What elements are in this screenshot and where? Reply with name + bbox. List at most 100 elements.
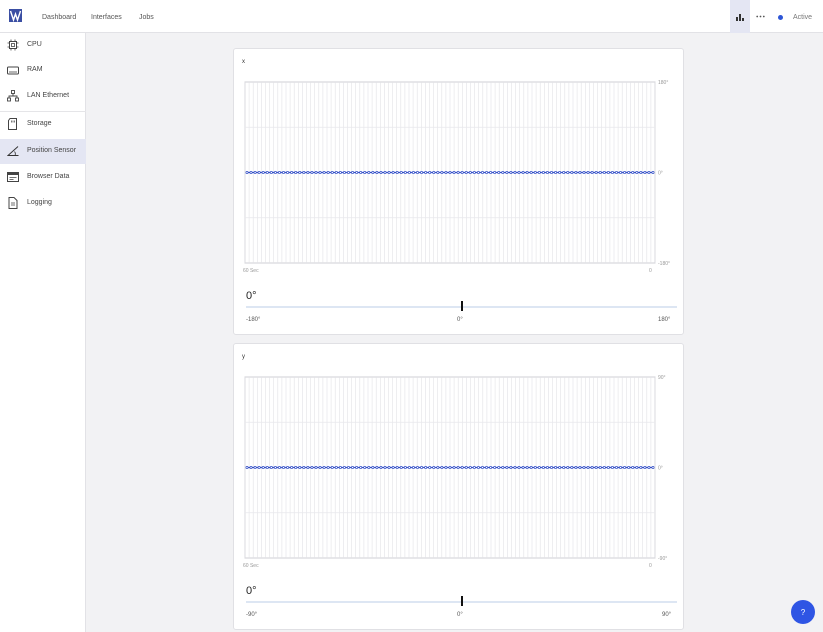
data-point (371, 466, 375, 469)
sidebar-item-position-sensor[interactable]: Position Sensor (0, 139, 86, 164)
data-point (399, 171, 403, 174)
data-point (562, 466, 566, 469)
data-point (424, 466, 428, 469)
data-point (505, 466, 509, 469)
data-point (412, 171, 415, 174)
data-point (310, 171, 314, 174)
app-logo-icon[interactable] (9, 9, 22, 22)
nav-dashboard[interactable]: Dashboard (42, 14, 76, 21)
data-point (424, 171, 428, 174)
data-point (391, 466, 395, 469)
data-point (318, 171, 322, 174)
cpu-icon (7, 39, 19, 51)
data-point (347, 466, 350, 469)
data-point (537, 466, 541, 469)
sidebar-item-lan-ethernet[interactable]: LAN Ethernet (0, 84, 86, 109)
data-point (249, 466, 253, 469)
data-point (472, 171, 476, 174)
current-value: 0° (246, 585, 257, 597)
data-point (326, 466, 330, 469)
sidebar-item-ram[interactable]: RAM (0, 58, 86, 83)
data-point (298, 171, 302, 174)
y-tick-label: 0° (658, 466, 663, 472)
data-point (290, 171, 294, 174)
data-point (253, 466, 257, 469)
data-point (306, 466, 310, 469)
data-point (306, 171, 310, 174)
data-point (598, 171, 602, 174)
data-point (610, 171, 614, 174)
data-point (399, 466, 403, 469)
data-point (594, 171, 598, 174)
data-point (273, 171, 277, 174)
data-point (334, 466, 338, 469)
data-point (245, 171, 249, 174)
question-mark-icon: ? (800, 607, 806, 617)
data-point (460, 466, 464, 469)
data-point (351, 171, 355, 174)
data-point (391, 171, 395, 174)
data-point (420, 171, 424, 174)
data-point (481, 171, 484, 174)
data-point (416, 171, 419, 174)
data-point (619, 171, 622, 174)
angle-icon (7, 146, 19, 156)
data-point (509, 171, 513, 174)
data-point (586, 171, 590, 174)
data-point (541, 466, 545, 469)
data-point (359, 171, 363, 174)
help-button[interactable]: ? (791, 600, 815, 624)
data-point (497, 466, 501, 469)
slider-min-label: -90° (246, 612, 258, 618)
sidebar: CPU RAM LAN Ethernet Storage Position Se… (0, 33, 86, 632)
data-point (651, 466, 655, 469)
sidebar-item-browser-data[interactable]: Browser Data (0, 165, 86, 190)
nav-jobs[interactable]: Jobs (139, 14, 154, 21)
data-point (379, 171, 383, 174)
angle-slider-thumb[interactable] (460, 596, 463, 606)
x-tick-label: 60 Sec (243, 268, 259, 274)
data-point (525, 171, 529, 174)
sidebar-item-cpu[interactable]: CPU (0, 33, 86, 58)
sidebar-item-logging[interactable]: Logging (0, 191, 86, 216)
data-point (355, 466, 359, 469)
sidebar-item-storage[interactable]: Storage (0, 112, 86, 137)
data-point (521, 171, 525, 174)
x-tick-label: 0 (649, 268, 652, 274)
data-point (322, 171, 326, 174)
nav-interfaces[interactable]: Interfaces (91, 14, 122, 21)
data-point (407, 466, 411, 469)
data-point (330, 466, 334, 469)
data-point (631, 171, 635, 174)
chart-view-button[interactable] (730, 0, 750, 33)
slider-min-label: -180° (246, 317, 261, 323)
data-point (395, 466, 399, 469)
data-point (286, 466, 290, 469)
angle-slider-thumb[interactable] (460, 301, 463, 311)
data-point (452, 171, 456, 174)
data-point (627, 171, 631, 174)
data-point (383, 171, 387, 174)
data-point (403, 171, 407, 174)
data-point (582, 171, 586, 174)
data-point (594, 466, 598, 469)
data-point (582, 466, 586, 469)
data-point (525, 466, 529, 469)
sidebar-item-label: Position Sensor (27, 147, 77, 154)
data-point (456, 171, 460, 174)
sd-card-icon (8, 118, 17, 130)
data-point (294, 171, 298, 174)
data-point (253, 171, 257, 174)
data-point (379, 466, 383, 469)
data-point (269, 466, 273, 469)
data-point (314, 171, 318, 174)
more-options-button[interactable] (750, 0, 770, 33)
status-indicator-icon (778, 15, 783, 20)
data-point (456, 466, 460, 469)
data-point (407, 171, 411, 174)
data-point (558, 466, 562, 469)
more-horizontal-icon (755, 15, 765, 18)
data-point (363, 171, 367, 174)
data-point (440, 466, 444, 469)
data-point (294, 466, 298, 469)
